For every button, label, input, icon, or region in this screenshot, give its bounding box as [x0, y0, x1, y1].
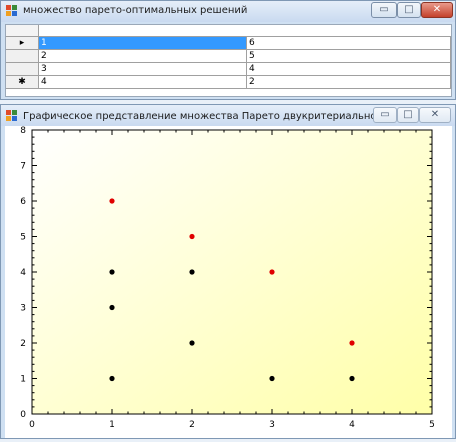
cell-col1[interactable]: 4 — [39, 76, 247, 88]
y-tick-label: 6 — [20, 197, 26, 207]
cell-col1[interactable]: 3 — [39, 63, 247, 75]
data-point — [189, 269, 195, 275]
data-point — [189, 340, 195, 346]
cell-col1[interactable]: 1 — [39, 37, 247, 49]
maximize-button[interactable]: □ — [397, 107, 419, 123]
data-point — [349, 375, 355, 382]
corner-header — [6, 25, 39, 36]
pareto-point — [349, 340, 355, 346]
cell-col2[interactable]: 5 — [247, 50, 451, 62]
close-icon: ✕ — [432, 4, 442, 15]
cell-col2[interactable]: 2 — [247, 76, 451, 88]
pareto-chart-window: Графическое представление множества Паре… — [0, 104, 456, 439]
app-icon — [6, 110, 18, 122]
pareto-point — [109, 198, 115, 204]
x-tick-label: 3 — [269, 420, 275, 430]
x-tick-label: 0 — [29, 420, 35, 430]
row-header[interactable]: ▸ — [6, 37, 39, 49]
maximize-icon: □ — [404, 4, 414, 15]
y-tick-label: 1 — [20, 375, 26, 385]
row-header[interactable] — [6, 50, 39, 62]
data-point — [109, 375, 115, 382]
window-title: множество парето-оптимальных решений — [23, 5, 248, 16]
y-tick-label: 5 — [20, 233, 26, 243]
plot-background — [32, 130, 432, 414]
row-header[interactable]: ✱ — [6, 76, 39, 88]
pareto-point — [189, 233, 195, 240]
y-tick-label: 0 — [20, 410, 26, 420]
data-point — [269, 375, 275, 382]
minimize-button[interactable]: ▭ — [371, 2, 397, 18]
title-bar[interactable]: Графическое представление множества Паре… — [1, 105, 455, 126]
minimize-button[interactable]: ▭ — [373, 107, 397, 123]
cell-col2[interactable]: 6 — [247, 37, 451, 49]
pareto-point — [269, 269, 275, 275]
minimize-icon: ▭ — [379, 4, 389, 15]
table-row[interactable]: 2 5 — [6, 50, 451, 63]
window-title: Графическое представление множества Паре… — [23, 111, 424, 122]
table-row[interactable]: 3 4 — [6, 63, 451, 76]
y-tick-label: 2 — [20, 339, 26, 349]
pareto-set-window: множество парето-оптимальных решений ▭ □… — [0, 0, 456, 100]
maximize-icon: □ — [403, 109, 413, 120]
table-row[interactable]: ▸ 1 6 — [6, 37, 451, 50]
cell-col2[interactable]: 4 — [247, 63, 451, 75]
minimize-icon: ▭ — [380, 109, 390, 120]
scatter-chart: 0 1 2 3 4 5 0 1 2 3 4 5 6 7 8 — [20, 126, 435, 430]
row-header[interactable] — [6, 63, 39, 75]
cell-col1[interactable]: 2 — [39, 50, 247, 62]
chart-area: 0 1 2 3 4 5 0 1 2 3 4 5 6 7 8 — [5, 126, 452, 438]
title-bar[interactable]: множество парето-оптимальных решений ▭ □… — [1, 1, 455, 22]
x-tick-label: 2 — [189, 420, 195, 430]
x-tick-label: 4 — [349, 420, 355, 430]
table-row[interactable]: ✱ 4 2 — [6, 76, 451, 89]
maximize-button[interactable]: □ — [397, 2, 421, 18]
y-tick-label: 7 — [20, 162, 26, 172]
x-tick-label: 1 — [109, 420, 115, 430]
y-tick-label: 3 — [20, 304, 26, 314]
y-tick-label: 8 — [20, 126, 26, 136]
data-point — [109, 304, 115, 311]
y-tick-label: 4 — [20, 268, 26, 278]
grid-header-row — [6, 25, 451, 37]
close-icon: ✕ — [430, 109, 440, 120]
data-point — [109, 269, 115, 275]
close-button[interactable]: ✕ — [419, 107, 451, 123]
data-grid[interactable]: ▸ 1 6 2 5 3 4 ✱ 4 2 — [5, 24, 452, 97]
app-icon — [6, 5, 18, 17]
x-tick-label: 5 — [429, 420, 435, 430]
close-button[interactable]: ✕ — [421, 2, 453, 18]
